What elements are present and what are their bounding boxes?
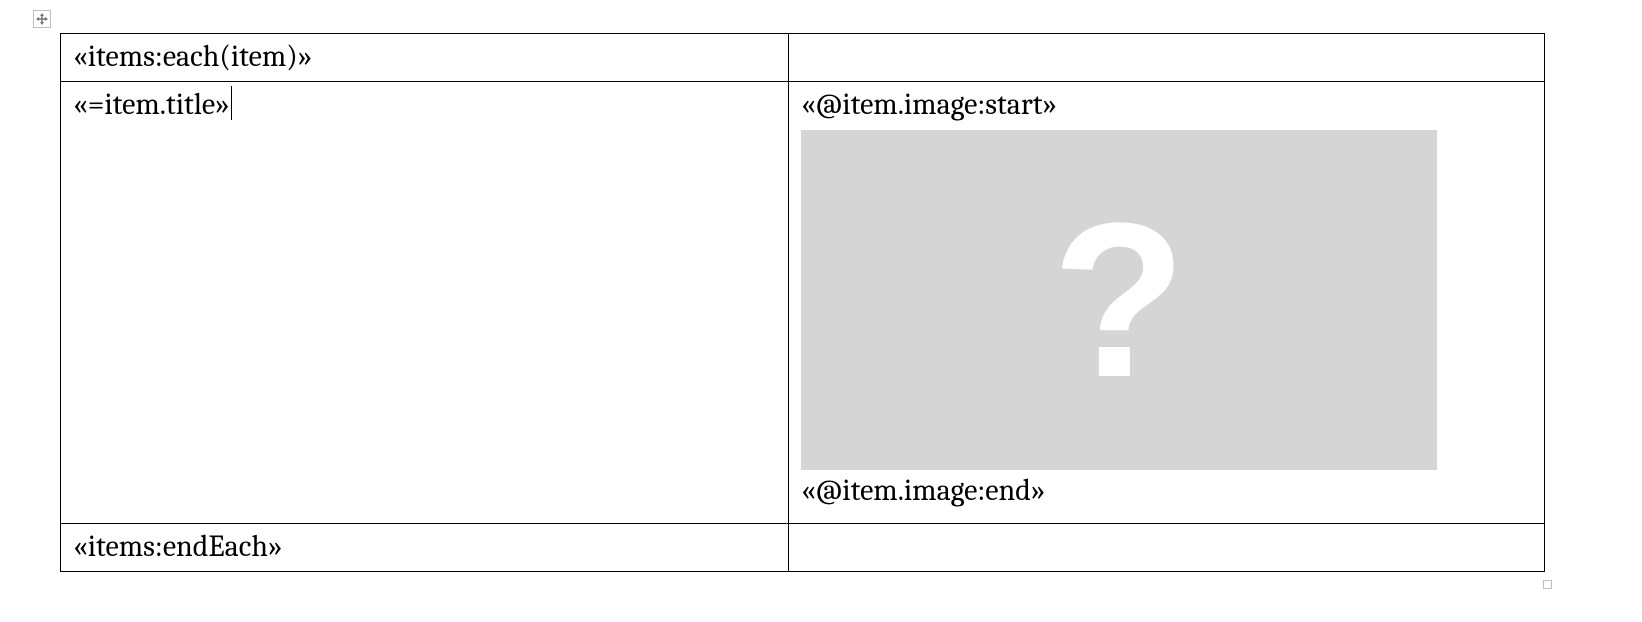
cell-each-close[interactable]: «items:endEach» bbox=[61, 524, 789, 572]
table-row: «items:endEach» bbox=[61, 524, 1545, 572]
text-cursor bbox=[231, 86, 232, 120]
move-4-way-icon bbox=[36, 13, 48, 25]
cell-each-open[interactable]: «items:each(item)» bbox=[61, 34, 789, 82]
table-move-handle[interactable] bbox=[33, 10, 51, 28]
image-placeholder[interactable]: ? bbox=[801, 130, 1437, 470]
directive-each-close: «items:endEach» bbox=[73, 529, 283, 564]
table-row: «items:each(item)» bbox=[61, 34, 1545, 82]
table-row: «=item.title» «@item.image:start» ? «@it… bbox=[61, 82, 1545, 524]
directive-each-open: «items:each(item)» bbox=[73, 39, 312, 74]
cell-item-image[interactable]: «@item.image:start» ? «@item.image:end» bbox=[789, 82, 1545, 524]
table-resize-handle[interactable] bbox=[1543, 580, 1552, 589]
cell-item-title[interactable]: «=item.title» bbox=[61, 82, 789, 524]
directive-image-start: «@item.image:start» bbox=[801, 86, 1534, 124]
directive-item-title: «=item.title» bbox=[73, 87, 230, 122]
question-mark-icon: ? bbox=[1052, 190, 1186, 410]
directive-image-end: «@item.image:end» bbox=[801, 472, 1534, 510]
template-table[interactable]: «items:each(item)» «=item.title» «@item.… bbox=[60, 33, 1545, 572]
cell-empty-bottom-right[interactable] bbox=[789, 524, 1545, 572]
cell-empty-top-right[interactable] bbox=[789, 34, 1545, 82]
